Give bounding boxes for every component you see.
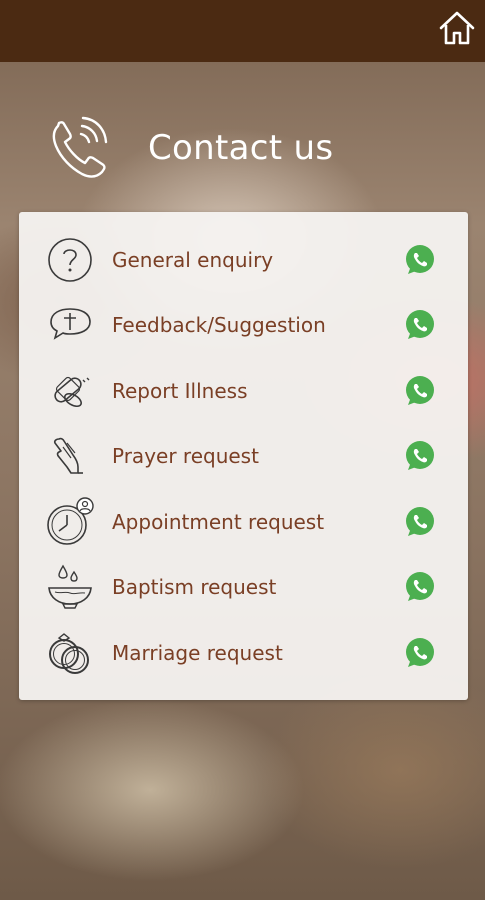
contact-item-label: General enquiry	[112, 248, 274, 272]
whatsapp-icon[interactable]	[403, 505, 437, 539]
baptism-bowl-icon	[43, 560, 97, 614]
contact-item-label: Marriage request	[112, 641, 283, 665]
home-button[interactable]	[435, 6, 479, 50]
contact-item-report-illness[interactable]: Report Illness	[19, 363, 468, 419]
praying-hands-icon	[43, 429, 97, 483]
top-bar	[0, 0, 485, 62]
contact-item-baptism-request[interactable]: Baptism request	[19, 559, 468, 615]
contact-item-marriage-request[interactable]: Marriage request	[19, 625, 468, 681]
home-icon	[439, 11, 475, 45]
speech-cross-icon	[43, 298, 97, 352]
whatsapp-icon[interactable]	[403, 308, 437, 342]
page-header: Contact us	[46, 108, 333, 188]
contact-item-label: Appointment request	[112, 510, 325, 534]
contact-item-feedback[interactable]: Feedback/Suggestion	[19, 297, 468, 353]
whatsapp-icon[interactable]	[403, 243, 437, 277]
rings-icon	[43, 626, 97, 680]
clock-person-icon	[43, 495, 97, 549]
phone-ringing-icon	[52, 116, 108, 178]
question-icon	[43, 233, 97, 287]
contact-item-label: Report Illness	[112, 379, 248, 403]
contact-item-label: Feedback/Suggestion	[112, 313, 326, 337]
contact-card: General enquiry Feedback/Suggestion Repo…	[19, 212, 468, 700]
whatsapp-icon[interactable]	[403, 374, 437, 408]
whatsapp-icon[interactable]	[403, 570, 437, 604]
contact-item-prayer-request[interactable]: Prayer request	[19, 428, 468, 484]
contact-item-label: Baptism request	[112, 575, 277, 599]
contact-item-label: Prayer request	[112, 444, 259, 468]
contact-item-appointment-request[interactable]: Appointment request	[19, 494, 468, 550]
whatsapp-icon[interactable]	[403, 636, 437, 670]
whatsapp-icon[interactable]	[403, 439, 437, 473]
bandage-pill-icon	[43, 364, 97, 418]
contact-item-general-enquiry[interactable]: General enquiry	[19, 232, 468, 288]
page-title: Contact us	[148, 128, 334, 168]
